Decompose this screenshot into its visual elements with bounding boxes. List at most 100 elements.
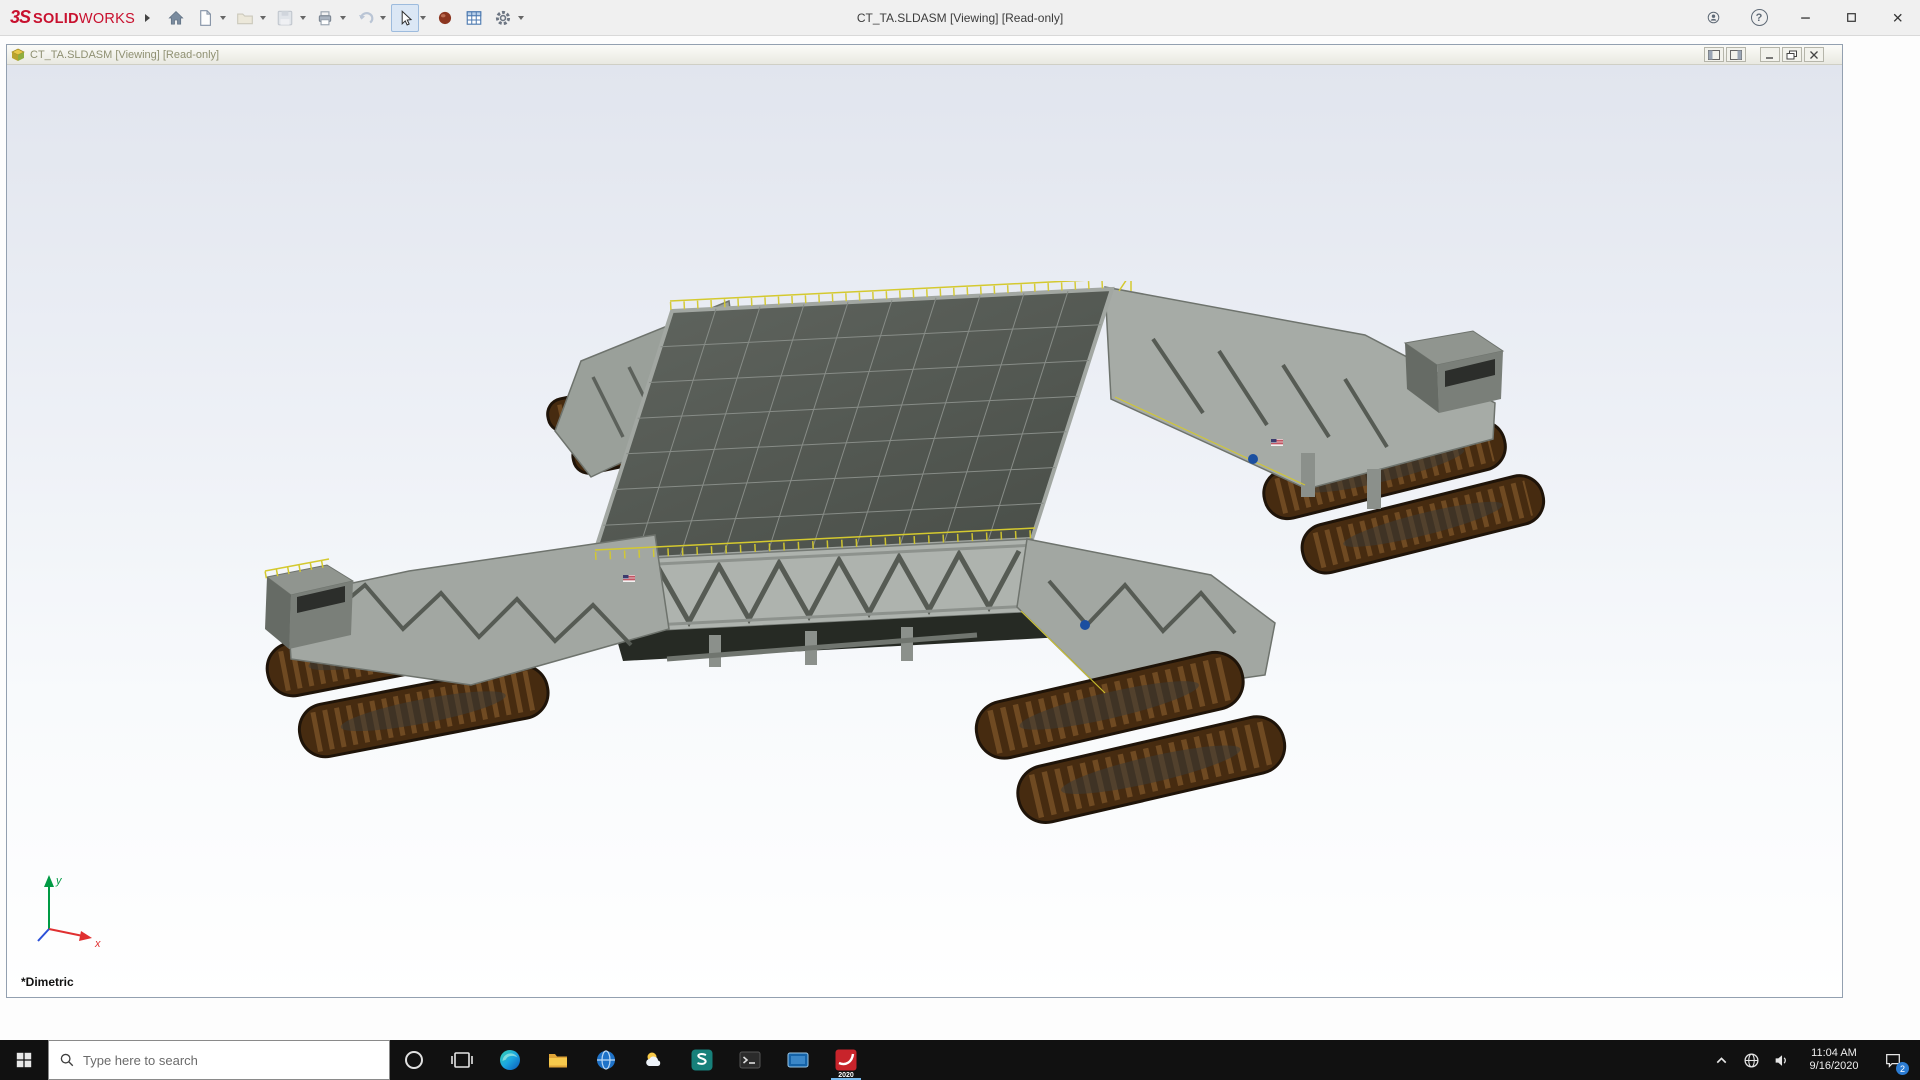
document-window: CT_TA.SLDASM [Viewing] [Read-only] — [6, 44, 1843, 998]
task-view-button[interactable] — [438, 1040, 486, 1080]
document-restore-button[interactable] — [1782, 47, 1802, 62]
options-gear-icon — [494, 9, 512, 27]
select-cursor-icon — [396, 9, 414, 27]
left-cab — [265, 565, 353, 649]
pane-right-icon — [1730, 50, 1742, 60]
solidworks-2020-button[interactable]: 2020 — [822, 1040, 870, 1080]
hidden-icons-button[interactable] — [1706, 1040, 1736, 1080]
solidworks-tool-button[interactable] — [678, 1040, 726, 1080]
brand-solid: SOLID — [33, 11, 79, 27]
edge-icon — [498, 1048, 522, 1072]
appearance-sphere-icon — [436, 9, 454, 27]
weather-icon — [642, 1048, 666, 1072]
nasa-logo-front — [1080, 620, 1090, 630]
crawler-transporter-model — [257, 281, 1557, 901]
document-titlebar[interactable]: CT_TA.SLDASM [Viewing] [Read-only] — [7, 45, 1842, 65]
maximize-button[interactable] — [1828, 0, 1874, 36]
minimize-icon — [1764, 50, 1776, 60]
command-prompt-button[interactable] — [726, 1040, 774, 1080]
action-center-button[interactable]: 2 — [1872, 1040, 1914, 1080]
open-button[interactable] — [231, 4, 259, 32]
home-icon — [167, 9, 185, 27]
pane-left-icon — [1708, 50, 1720, 60]
taskbar-search[interactable] — [48, 1040, 390, 1080]
help-button[interactable]: ? — [1736, 0, 1782, 36]
maximize-icon — [1845, 11, 1858, 24]
home-button[interactable] — [162, 4, 190, 32]
document-minimize-button[interactable] — [1760, 47, 1780, 62]
close-icon — [1808, 50, 1820, 60]
toolbar-expand-arrow-icon[interactable] — [145, 14, 150, 22]
network-button[interactable] — [1736, 1040, 1766, 1080]
edge-button[interactable] — [486, 1040, 534, 1080]
y-axis-label: y — [55, 875, 63, 887]
us-flag-right — [1271, 439, 1283, 446]
save-dropdown-arrow[interactable] — [300, 16, 306, 20]
cortana-icon — [402, 1048, 426, 1072]
solidworks-tool-icon — [690, 1048, 714, 1072]
search-input[interactable] — [83, 1053, 379, 1068]
remote-monitor-button[interactable] — [774, 1040, 822, 1080]
print-icon — [316, 9, 334, 27]
design-table-button[interactable] — [460, 4, 488, 32]
volume-button[interactable] — [1766, 1040, 1796, 1080]
account-button[interactable] — [1690, 0, 1736, 36]
browser-globe-icon — [594, 1048, 618, 1072]
us-flag-left — [623, 575, 635, 582]
options-dropdown-arrow[interactable] — [518, 16, 524, 20]
z-axis — [38, 929, 49, 941]
cortana-button[interactable] — [390, 1040, 438, 1080]
account-icon — [1707, 11, 1720, 24]
print-dropdown-arrow[interactable] — [340, 16, 346, 20]
app-titlebar: 3S SOLID WORKS — [0, 0, 1920, 36]
save-button[interactable] — [271, 4, 299, 32]
solidworks-window: 3S SOLID WORKS — [0, 0, 1920, 1080]
options-button[interactable] — [489, 4, 517, 32]
file-explorer-button[interactable] — [534, 1040, 582, 1080]
document-window-controls — [1704, 47, 1838, 62]
select-button[interactable] — [391, 4, 419, 32]
windows-taskbar: 2020 11:04 AM 9/16/2020 2 — [0, 1040, 1920, 1080]
document-title: CT_TA.SLDASM [Viewing] [Read-only] — [30, 49, 219, 61]
document-close-button[interactable] — [1804, 47, 1824, 62]
clock-date: 9/16/2020 — [1796, 1060, 1872, 1073]
weather-button[interactable] — [630, 1040, 678, 1080]
browser-button[interactable] — [582, 1040, 630, 1080]
print-button[interactable] — [311, 4, 339, 32]
remote-monitor-icon — [786, 1048, 810, 1072]
system-tray: 11:04 AM 9/16/2020 2 — [1706, 1040, 1920, 1080]
window-controls: ? — [1690, 0, 1920, 36]
open-folder-icon — [236, 9, 254, 27]
design-table-icon — [465, 9, 483, 27]
task-view-icon — [450, 1048, 474, 1072]
orientation-triad: y x — [29, 871, 109, 951]
quick-access-toolbar — [162, 4, 528, 32]
select-dropdown-arrow[interactable] — [420, 16, 426, 20]
new-document-icon — [196, 9, 214, 27]
help-icon: ? — [1751, 9, 1768, 26]
windows-logo-icon — [15, 1051, 33, 1069]
nasa-logo-right — [1248, 454, 1258, 464]
assembly-document-icon — [11, 48, 25, 62]
graphics-viewport[interactable]: y x *Dimetric — [7, 65, 1842, 997]
solidworks-year-label: 2020 — [822, 1072, 870, 1079]
solidworks-logo: 3S SOLID WORKS — [10, 7, 135, 28]
y-axis-arrow — [44, 875, 54, 887]
close-icon — [1891, 11, 1904, 24]
network-globe-icon — [1743, 1052, 1760, 1069]
undo-dropdown-arrow[interactable] — [380, 16, 386, 20]
appearance-button[interactable] — [431, 4, 459, 32]
undo-button[interactable] — [351, 4, 379, 32]
pane-left-button[interactable] — [1704, 47, 1724, 62]
taskbar-clock[interactable]: 11:04 AM 9/16/2020 — [1796, 1047, 1872, 1073]
new-dropdown-arrow[interactable] — [220, 16, 226, 20]
close-button[interactable] — [1874, 0, 1920, 36]
minimize-icon — [1799, 11, 1812, 24]
start-button[interactable] — [0, 1040, 48, 1080]
open-dropdown-arrow[interactable] — [260, 16, 266, 20]
view-orientation-label: *Dimetric — [21, 975, 74, 989]
solidworks-2020-icon — [834, 1048, 858, 1072]
minimize-button[interactable] — [1782, 0, 1828, 36]
new-document-button[interactable] — [191, 4, 219, 32]
pane-right-button[interactable] — [1726, 47, 1746, 62]
